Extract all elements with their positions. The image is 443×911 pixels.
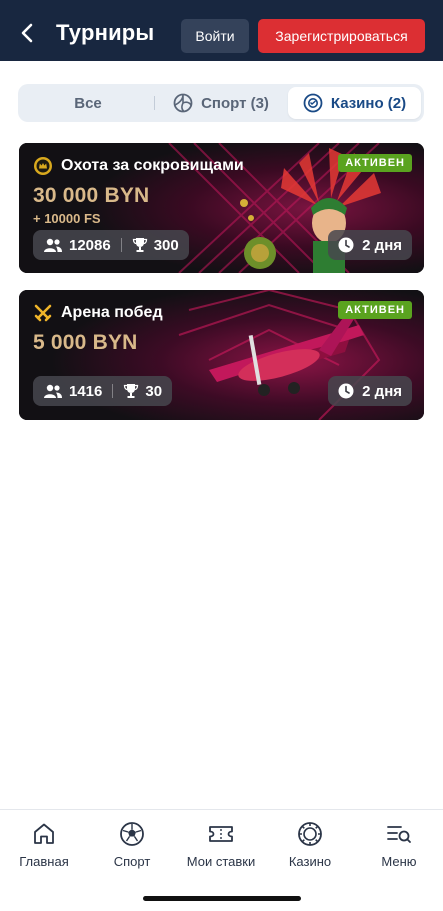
stats-divider [112,384,114,398]
soccer-ball-icon [119,820,145,848]
casino-chip-icon [297,820,323,848]
nav-sport[interactable]: Спорт [88,820,176,869]
nav-my-bets[interactable]: Мои ставки [177,820,265,869]
tournament-prize: 5 000 BYN [33,331,138,354]
prizes-count: 300 [153,236,179,254]
home-icon [31,820,57,848]
prizes-count: 30 [145,382,163,400]
trophy-icon [123,383,139,399]
top-header: Турниры Войти Зарегистрироваться [0,0,443,61]
tab-sport[interactable]: Спорт (3) [156,87,286,119]
menu-search-icon [385,820,413,848]
chevron-left-icon [21,23,33,43]
status-badge: АКТИВЕН [338,301,412,319]
tab-all[interactable]: Все [22,87,154,119]
tournament-extra-prize: + 10000 FS [33,211,101,226]
login-button[interactable]: Войти [181,19,249,53]
tournament-title: Охота за сокровищами [61,157,244,174]
volleyball-icon [173,93,193,113]
tab-divider [154,96,155,110]
home-indicator [143,896,301,901]
nav-home-label: Главная [19,854,69,869]
ticket-icon [207,820,235,848]
nav-casino[interactable]: Казино [266,820,354,869]
stats-divider [120,238,122,252]
time-left: 2 дня [328,230,412,260]
nav-casino-label: Казино [288,854,332,869]
clock-icon [338,383,354,399]
status-badge: АКТИВЕН [338,154,412,172]
clock-icon [338,237,354,253]
tournament-stats: 12086 300 [33,230,189,260]
tournament-title: Арена побед [61,304,163,321]
nav-my-bets-label: Мои ставки [186,854,256,869]
nav-menu[interactable]: Меню [355,820,443,869]
tab-sport-label: Спорт (3) [201,94,269,112]
time-left: 2 дня [328,376,412,406]
tournament-stats: 1416 30 [33,376,173,406]
casino-chip-icon [303,93,323,113]
tournament-card[interactable]: Охота за сокровищами 30 000 BYN + 10000 … [19,143,424,273]
back-button[interactable] [14,20,40,46]
participants-count: 12086 [69,236,111,254]
trophy-icon [132,237,148,253]
tournament-title-row: Охота за сокровищами [33,156,244,176]
tournament-filter-tabs: Все Спорт (3) Казино (2) [18,84,424,122]
tab-casino-label: Казино (2) [330,94,407,112]
tournament-card[interactable]: Арена побед 5 000 BYN АКТИВЕН 1416 30 2 … [19,290,424,420]
time-left-value: 2 дня [362,236,402,254]
tab-casino[interactable]: Казино (2) [288,87,421,119]
time-left-value: 2 дня [362,382,402,400]
participants-count: 1416 [69,382,103,400]
crown-coin-icon [33,156,53,176]
tournament-prize: 30 000 BYN [33,184,150,207]
page-title: Турниры [56,20,155,45]
users-icon [43,383,63,399]
tab-all-label: Все [74,94,102,112]
nav-home[interactable]: Главная [0,820,88,869]
nav-menu-label: Меню [381,854,417,869]
nav-sport-label: Спорт [113,854,151,869]
tournament-title-row: Арена побед [33,303,163,323]
register-button[interactable]: Зарегистрироваться [258,19,425,53]
users-icon [43,237,63,253]
crossed-swords-icon [33,303,53,323]
